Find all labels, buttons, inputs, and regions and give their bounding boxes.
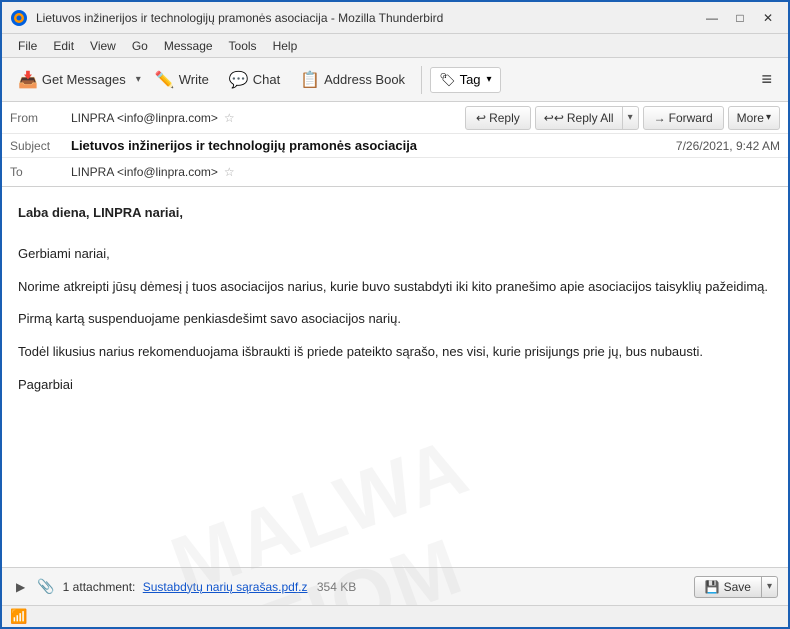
email-greeting: Laba diena, LINPRA nariai,: [18, 203, 772, 224]
reply-all-button[interactable]: ↩↩ Reply All: [535, 106, 622, 130]
more-chevron-icon: ▾: [766, 112, 771, 123]
reply-all-dropdown[interactable]: ▾: [622, 106, 639, 130]
address-book-label: Address Book: [324, 72, 405, 87]
menu-edit[interactable]: Edit: [45, 37, 82, 55]
reply-all-label: Reply All: [567, 111, 614, 125]
save-button-group: 💾 Save ▾: [694, 576, 778, 598]
attachment-filename[interactable]: Sustabdytų narių sąrašas.pdf.z: [143, 580, 308, 594]
forward-button[interactable]: → Forward: [643, 106, 724, 130]
tag-button[interactable]: 🏷 Tag ▾: [430, 67, 501, 93]
save-button[interactable]: 💾 Save: [694, 576, 761, 598]
minimize-button[interactable]: —: [700, 8, 724, 28]
attachment-info: 1 attachment: Sustabdytų narių sąrašas.p…: [63, 580, 357, 594]
save-dropdown-button[interactable]: ▾: [761, 576, 778, 598]
attachment-size: 354 KB: [317, 580, 356, 594]
email-date: 7/26/2021, 9:42 AM: [676, 139, 780, 153]
tag-icon: 🏷: [439, 72, 456, 88]
save-label: Save: [724, 580, 751, 594]
chat-label: Chat: [253, 72, 280, 87]
window-title: Lietuvos inžinerijos ir technologijų pra…: [36, 11, 700, 25]
to-row: To LINPRA <info@linpra.com> ☆: [2, 158, 788, 186]
email-content-area: MALWARTIOM Laba diena, LINPRA nariai, Ge…: [2, 187, 788, 605]
app-icon: [10, 9, 28, 27]
attachment-bar: ▶ 📎 1 attachment: Sustabdytų narių sąraš…: [2, 567, 788, 605]
reply-icon: ↩: [476, 111, 486, 125]
write-icon: ✏️: [155, 70, 175, 90]
from-star-icon[interactable]: ☆: [224, 111, 235, 125]
tag-chevron: ▾: [487, 74, 492, 85]
to-label: To: [10, 165, 65, 179]
subject-text: Lietuvos inžinerijos ir technologijų pra…: [71, 138, 676, 153]
menu-message[interactable]: Message: [156, 37, 221, 55]
from-label: From: [10, 111, 65, 125]
to-star-icon[interactable]: ☆: [224, 165, 235, 179]
menubar: File Edit View Go Message Tools Help: [2, 34, 788, 58]
statusbar: 📶: [2, 605, 788, 627]
reply-button[interactable]: ↩ Reply: [465, 106, 531, 130]
reply-all-icon: ↩↩: [544, 111, 564, 125]
email-header: From LINPRA <info@linpra.com> ☆ ↩ Reply …: [2, 102, 788, 187]
titlebar: Lietuvos inžinerijos ir technologijų pra…: [2, 2, 788, 34]
email-paragraph-2: Pirmą kartą suspenduojame penkiasdešimt …: [18, 309, 772, 330]
menu-help[interactable]: Help: [265, 37, 306, 55]
close-button[interactable]: ✕: [756, 8, 780, 28]
hamburger-menu-button[interactable]: ≡: [753, 65, 780, 94]
email-paragraph-1: Norime atkreipti jūsų dėmesį į tuos asoc…: [18, 277, 772, 298]
menu-file[interactable]: File: [10, 37, 45, 55]
write-label: Write: [179, 72, 209, 87]
subject-row: Subject Lietuvos inžinerijos ir technolo…: [2, 134, 788, 158]
menu-tools[interactable]: Tools: [221, 37, 265, 55]
more-button[interactable]: More ▾: [728, 106, 780, 130]
get-messages-chevron[interactable]: ▾: [134, 70, 143, 89]
email-paragraph-4: Pagarbiai: [18, 375, 772, 396]
from-value: LINPRA <info@linpra.com>: [71, 111, 218, 125]
address-book-icon: 📋: [300, 70, 320, 90]
action-buttons: ↩ Reply ↩↩ Reply All ▾ → Forward More ▾: [465, 106, 780, 130]
main-toolbar: 📥 Get Messages ▾ ✏️ Write 💬 Chat 📋 Addre…: [2, 58, 788, 102]
chat-button[interactable]: 💬 Chat: [221, 66, 288, 94]
connection-icon: 📶: [10, 608, 27, 625]
address-book-button[interactable]: 📋 Address Book: [292, 66, 413, 94]
menu-go[interactable]: Go: [124, 37, 156, 55]
get-messages-label: Get Messages: [42, 72, 126, 87]
from-row: From LINPRA <info@linpra.com> ☆ ↩ Reply …: [2, 102, 788, 134]
more-label: More: [737, 111, 764, 125]
toolbar-separator: [421, 66, 422, 94]
menu-view[interactable]: View: [82, 37, 124, 55]
save-icon: 💾: [705, 580, 720, 594]
forward-icon: →: [654, 111, 666, 125]
maximize-button[interactable]: □: [728, 8, 752, 28]
window-controls: — □ ✕: [700, 8, 780, 28]
get-messages-group: 📥 Get Messages ▾: [10, 66, 143, 94]
attachment-label: 1 attachment:: [63, 580, 136, 594]
email-paragraph-0: Gerbiami nariai,: [18, 244, 772, 265]
attachment-clip-icon: 📎: [37, 578, 54, 595]
to-value: LINPRA <info@linpra.com>: [71, 165, 218, 179]
reply-label: Reply: [489, 111, 520, 125]
get-messages-button[interactable]: 📥 Get Messages: [10, 66, 134, 94]
reply-all-group: ↩↩ Reply All ▾: [535, 106, 639, 130]
forward-label: Forward: [669, 111, 713, 125]
subject-label: Subject: [10, 139, 65, 153]
get-messages-icon: 📥: [18, 70, 38, 90]
email-body[interactable]: Laba diena, LINPRA nariai, Gerbiami nari…: [2, 187, 788, 567]
tag-label: Tag: [460, 72, 481, 87]
chat-icon: 💬: [229, 70, 249, 90]
attachment-expand-button[interactable]: ▶: [12, 578, 29, 596]
write-button[interactable]: ✏️ Write: [147, 66, 217, 94]
email-paragraph-3: Todėl likusius narius rekomenduojama išb…: [18, 342, 772, 363]
